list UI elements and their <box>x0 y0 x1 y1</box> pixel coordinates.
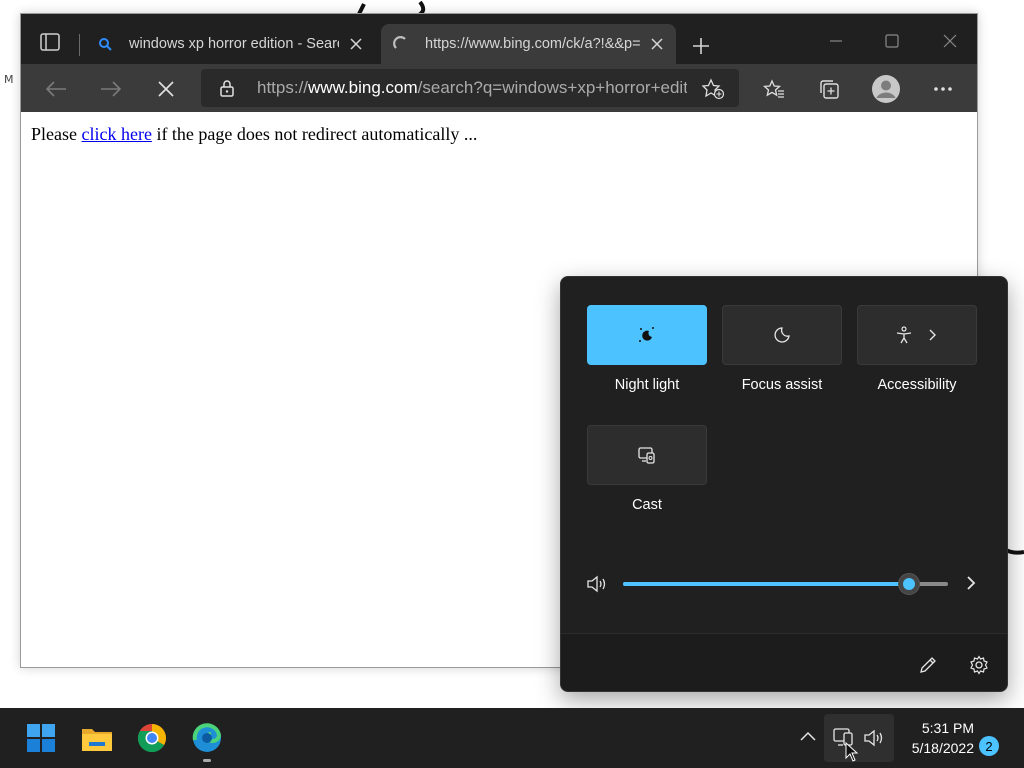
url-domain: www.bing.com <box>308 78 418 97</box>
file-explorer-icon <box>82 729 112 751</box>
accessibility-label: Accessibility <box>877 377 957 393</box>
url-path: /search?q=windows+xp+horror+edition <box>417 78 687 97</box>
maximize-button[interactable] <box>869 28 915 54</box>
favorites-icon <box>763 79 784 98</box>
collections-button[interactable] <box>812 72 846 106</box>
tab-redirect[interactable]: https://www.bing.com/ck/a?!&&p= <box>381 24 676 64</box>
desktop-icon-label: M <box>4 73 14 86</box>
add-favorite-button[interactable] <box>701 78 725 104</box>
tab-actions-icon <box>40 33 60 51</box>
volume-slider[interactable] <box>623 573 948 595</box>
chevron-right-icon <box>929 329 936 341</box>
focus-assist-toggle[interactable] <box>722 305 842 365</box>
chrome-icon <box>137 724 166 753</box>
forward-button[interactable] <box>94 72 128 106</box>
night-light-toggle[interactable] <box>587 305 707 365</box>
collections-icon <box>820 80 839 99</box>
speaker-icon <box>864 729 883 747</box>
star-add-icon <box>701 78 725 100</box>
volume-slider-fill <box>623 582 909 586</box>
back-button[interactable] <box>39 72 73 106</box>
cast-toggle[interactable] <box>587 425 707 485</box>
tab-bar: windows xp horror edition - Search https… <box>21 14 977 64</box>
more-dots-icon <box>934 87 952 91</box>
url-prefix: https:// <box>257 78 309 97</box>
address-text[interactable]: https://www.bing.com/search?q=windows+xp… <box>257 78 687 98</box>
cast-label: Cast <box>632 497 662 513</box>
accessibility-toggle[interactable] <box>857 305 977 365</box>
accessibility-icon <box>896 326 912 344</box>
search-icon <box>97 36 113 52</box>
all-settings-button[interactable] <box>966 652 992 678</box>
arrow-left-icon <box>45 81 66 97</box>
select-audio-output-button[interactable] <box>963 573 979 597</box>
start-icon <box>27 724 55 752</box>
maximize-icon <box>885 34 899 48</box>
desktop-scribble-right <box>1006 548 1024 555</box>
close-icon <box>943 34 957 48</box>
tab-actions-button[interactable] <box>31 25 69 59</box>
new-tab-button[interactable] <box>687 32 715 60</box>
show-hidden-icons-button[interactable] <box>798 728 818 747</box>
cursor-icon <box>845 742 859 762</box>
favorites-button[interactable] <box>757 72 791 106</box>
navigation-bar: https://www.bing.com/search?q=windows+xp… <box>21 64 977 112</box>
system-clock[interactable]: 5:31 PM 5/18/2022 <box>900 718 974 758</box>
taskbar: 5:31 PM 5/18/2022 2 <box>0 708 1024 768</box>
file-explorer-button[interactable] <box>79 720 115 756</box>
lock-icon <box>219 79 237 97</box>
window-close-button[interactable] <box>927 28 973 54</box>
active-app-indicator <box>203 759 211 762</box>
start-button[interactable] <box>23 720 59 756</box>
tab-title: https://www.bing.com/ck/a?!&&p= <box>425 36 640 52</box>
pencil-icon <box>920 657 936 673</box>
night-light-label: Night light <box>614 377 680 393</box>
quick-settings-panel: Night light Focus assist Accessibility C… <box>560 276 1008 692</box>
redirect-link[interactable]: click here <box>81 124 151 144</box>
volume-slider-thumb[interactable] <box>898 573 920 595</box>
redirect-text: if the page does not redirect automatica… <box>151 124 478 144</box>
address-bar[interactable]: https://www.bing.com/search?q=windows+xp… <box>201 69 739 107</box>
minimize-icon <box>830 40 842 42</box>
focus-assist-label: Focus assist <box>741 377 823 393</box>
edit-quick-settings-button[interactable] <box>915 652 941 678</box>
close-icon <box>350 38 362 50</box>
gear-icon <box>970 655 988 675</box>
notification-badge[interactable]: 2 <box>979 736 999 756</box>
redirect-message: Please click here if the page does not r… <box>31 124 477 145</box>
tab-close-button[interactable] <box>646 33 668 55</box>
tab-search[interactable]: windows xp horror edition - Search <box>85 24 375 64</box>
close-icon <box>158 81 174 97</box>
tab-separator <box>79 34 80 56</box>
edge-button[interactable] <box>189 720 225 756</box>
chevron-right-icon <box>967 576 976 590</box>
redirect-text: Please <box>31 124 82 144</box>
plus-icon <box>693 38 709 54</box>
loading-spinner-icon <box>393 36 409 52</box>
moon-icon <box>774 327 790 343</box>
cast-icon <box>638 447 655 464</box>
clock-date: 5/18/2022 <box>911 740 974 756</box>
minimize-button[interactable] <box>813 28 859 54</box>
stop-loading-button[interactable] <box>149 72 183 106</box>
chrome-button[interactable] <box>134 720 170 756</box>
quick-settings-tray-button[interactable] <box>824 714 894 762</box>
edge-icon <box>192 723 222 752</box>
night-light-icon <box>639 327 654 342</box>
profile-button[interactable] <box>869 72 903 106</box>
tab-title: windows xp horror edition - Search <box>129 36 339 52</box>
close-icon <box>651 38 663 50</box>
volume-icon[interactable] <box>586 574 610 598</box>
avatar-icon <box>872 75 900 103</box>
arrow-right-icon <box>101 81 122 97</box>
clock-time: 5:31 PM <box>921 720 974 736</box>
chevron-up-icon <box>800 731 816 741</box>
quick-settings-footer <box>561 633 1007 691</box>
tab-close-button[interactable] <box>345 33 367 55</box>
settings-more-button[interactable] <box>926 72 960 106</box>
